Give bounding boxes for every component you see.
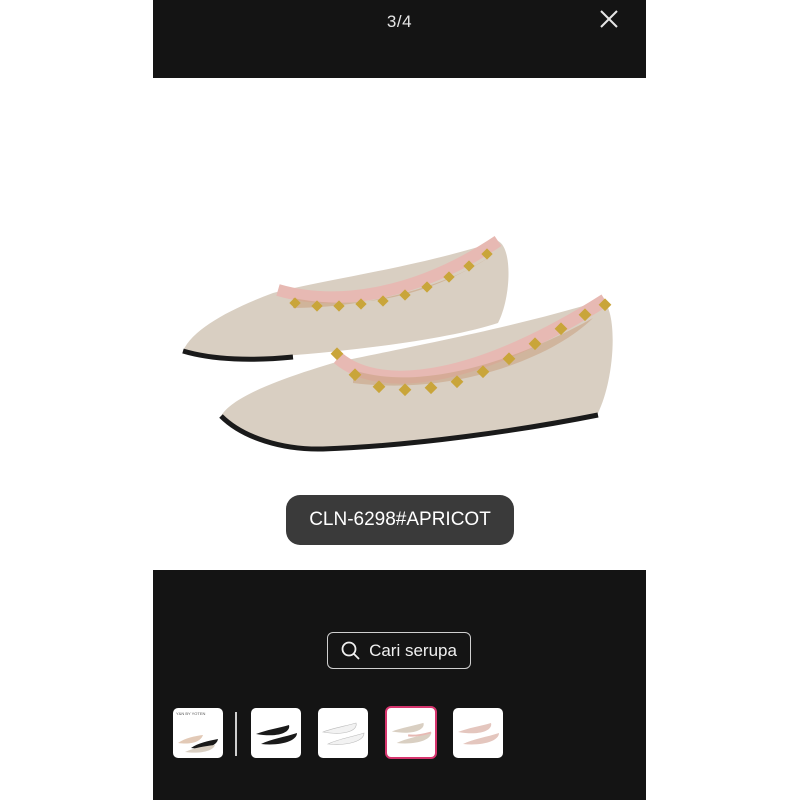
find-similar-button[interactable]: Cari serupa <box>327 632 471 669</box>
search-icon <box>341 641 360 660</box>
product-image[interactable]: CLN-6298#APRICOT <box>153 78 646 570</box>
thumbnail-2[interactable] <box>251 708 301 758</box>
image-counter: 3/4 <box>386 12 413 31</box>
thumbnail-5-image <box>458 723 499 745</box>
thumbnail-4-image <box>391 722 432 744</box>
thumbnail-4[interactable] <box>385 706 437 759</box>
thumbnail-divider <box>235 712 237 756</box>
thumbnail-2-image <box>256 725 297 745</box>
thumbnail-brand-text: Y&N BY YOTEN <box>176 711 206 716</box>
image-viewer: 3/4 CLN-6298#APRICOT Cari serupa Y&N BY … <box>153 0 646 800</box>
thumbnail-5[interactable] <box>453 708 503 758</box>
thumbnail-3-image <box>321 722 365 745</box>
find-similar-label: Cari serupa <box>369 640 457 660</box>
product-variant-label: CLN-6298#APRICOT <box>286 495 514 545</box>
thumbnail-3[interactable] <box>318 708 368 758</box>
thumbnail-strip: Y&N BY YOTEN <box>153 706 646 760</box>
close-icon[interactable] <box>598 8 620 30</box>
thumbnail-1[interactable]: Y&N BY YOTEN <box>173 708 223 758</box>
viewer-header: 3/4 <box>153 0 646 78</box>
